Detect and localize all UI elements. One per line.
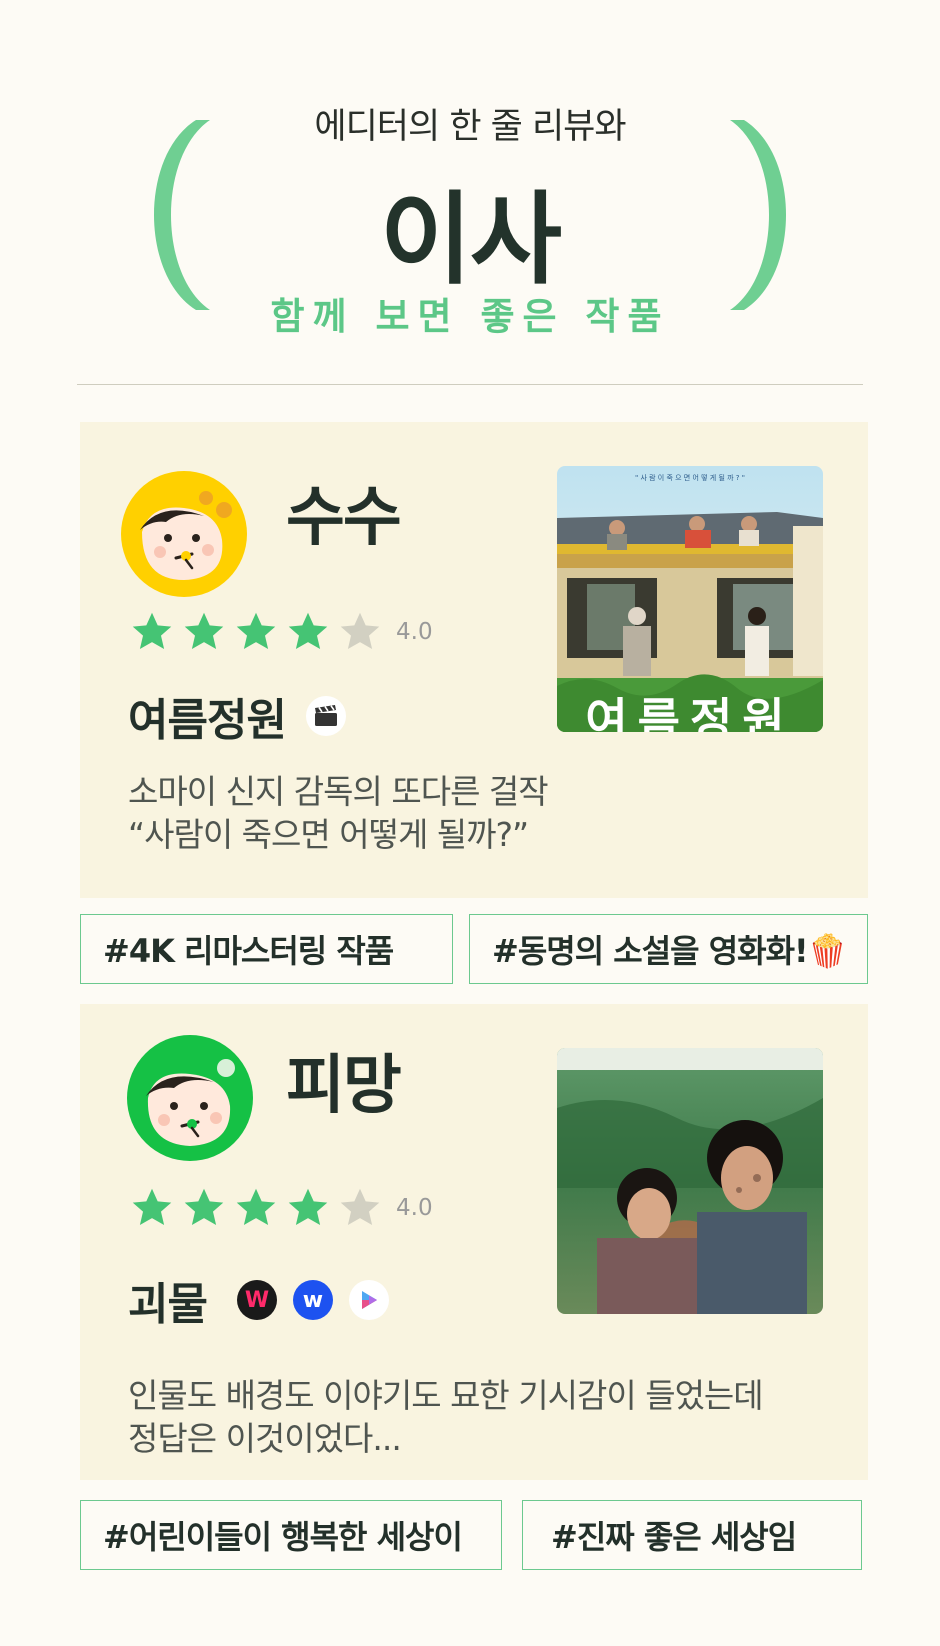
star-filled-icon <box>288 1188 328 1226</box>
header-subtitle: 에디터의 한 줄 리뷰와 <box>314 107 626 147</box>
review-text: 소마이 신지 감독의 또다른 걸작 “사람이 죽으면 어떻게 될까?” <box>128 770 549 856</box>
page-header: 에디터의 한 줄 리뷰와 이사 함께 보면 좋은 작품 <box>0 0 940 360</box>
movie-poster[interactable] <box>557 1048 823 1314</box>
movie-title[interactable]: 괴물 <box>128 1268 208 1332</box>
star-filled-icon <box>288 612 328 650</box>
clapperboard-icon[interactable] <box>305 696 346 736</box>
review-line: “사람이 죽으면 어떻게 될까?” <box>128 815 529 854</box>
movie-poster[interactable]: " 사 람 이 죽 으 면 어 떻 게 될 까 ? " 여름정원 <box>557 466 823 732</box>
star-rating: 4.0 <box>130 1186 433 1230</box>
review-card: 수수 4.0 여름정원 " 사 람 이 죽 으 면 어 떻 게 될 까 ? " … <box>80 422 868 898</box>
hashtag-chip[interactable]: #동명의 소설을 영화화!🍿 <box>469 914 868 984</box>
reviewer-avatar-icon <box>127 1035 253 1161</box>
star-filled-icon <box>236 1188 276 1226</box>
star-filled-icon <box>132 1188 172 1226</box>
google-play-icon[interactable] <box>348 1280 389 1320</box>
review-line: 정답은 이것이었다... <box>128 1419 402 1458</box>
review-text: 인물도 배경도 이야기도 묘한 기시감이 들었는데 정답은 이것이었다... <box>128 1374 764 1460</box>
reviewer-name: 수수 <box>286 481 402 555</box>
poster-title: 여름정원 <box>585 693 794 732</box>
movie-info: 괴물 W w <box>128 1268 405 1332</box>
rating-value: 4.0 <box>396 1195 433 1221</box>
rating-value: 4.0 <box>396 619 433 645</box>
poster-caption: " 사 람 이 죽 으 면 어 떻 게 될 까 ? " <box>635 473 745 482</box>
star-filled-icon <box>132 612 172 650</box>
page-title: 이사 <box>380 181 562 298</box>
movie-title[interactable]: 여름정원 <box>128 684 287 748</box>
star-rating: 4.0 <box>130 610 433 654</box>
wavve-icon[interactable]: W <box>236 1280 277 1320</box>
hashtag-chip[interactable]: #진짜 좋은 세상임 <box>522 1500 862 1570</box>
star-filled-icon <box>184 612 224 650</box>
reviewer-avatar-icon <box>121 471 247 597</box>
star-filled-icon <box>184 1188 224 1226</box>
review-card: 피망 4.0 괴물 W w 인물도 배경도 이야기도 묘한 기시감이 들었는데 … <box>80 1004 868 1480</box>
review-line: 인물도 배경도 이야기도 묘한 기시감이 들었는데 <box>128 1376 764 1415</box>
star-empty-icon <box>340 612 380 650</box>
star-empty-icon <box>340 1188 380 1226</box>
review-line: 소마이 신지 감독의 또다른 걸작 <box>128 772 549 811</box>
section-divider <box>77 384 863 385</box>
header-tagline: 함께 보면 좋은 작품 <box>270 295 670 338</box>
movie-info: 여름정원 <box>128 684 362 748</box>
watcha-icon[interactable]: w <box>292 1280 333 1320</box>
right-parenthesis-graphic <box>730 120 786 310</box>
hashtag-chip[interactable]: #어린이들이 행복한 세상이 <box>80 1500 502 1570</box>
hashtag-chip[interactable]: #4K 리마스터링 작품 <box>80 914 453 984</box>
star-filled-icon <box>236 612 276 650</box>
reviewer-name: 피망 <box>286 1049 402 1123</box>
